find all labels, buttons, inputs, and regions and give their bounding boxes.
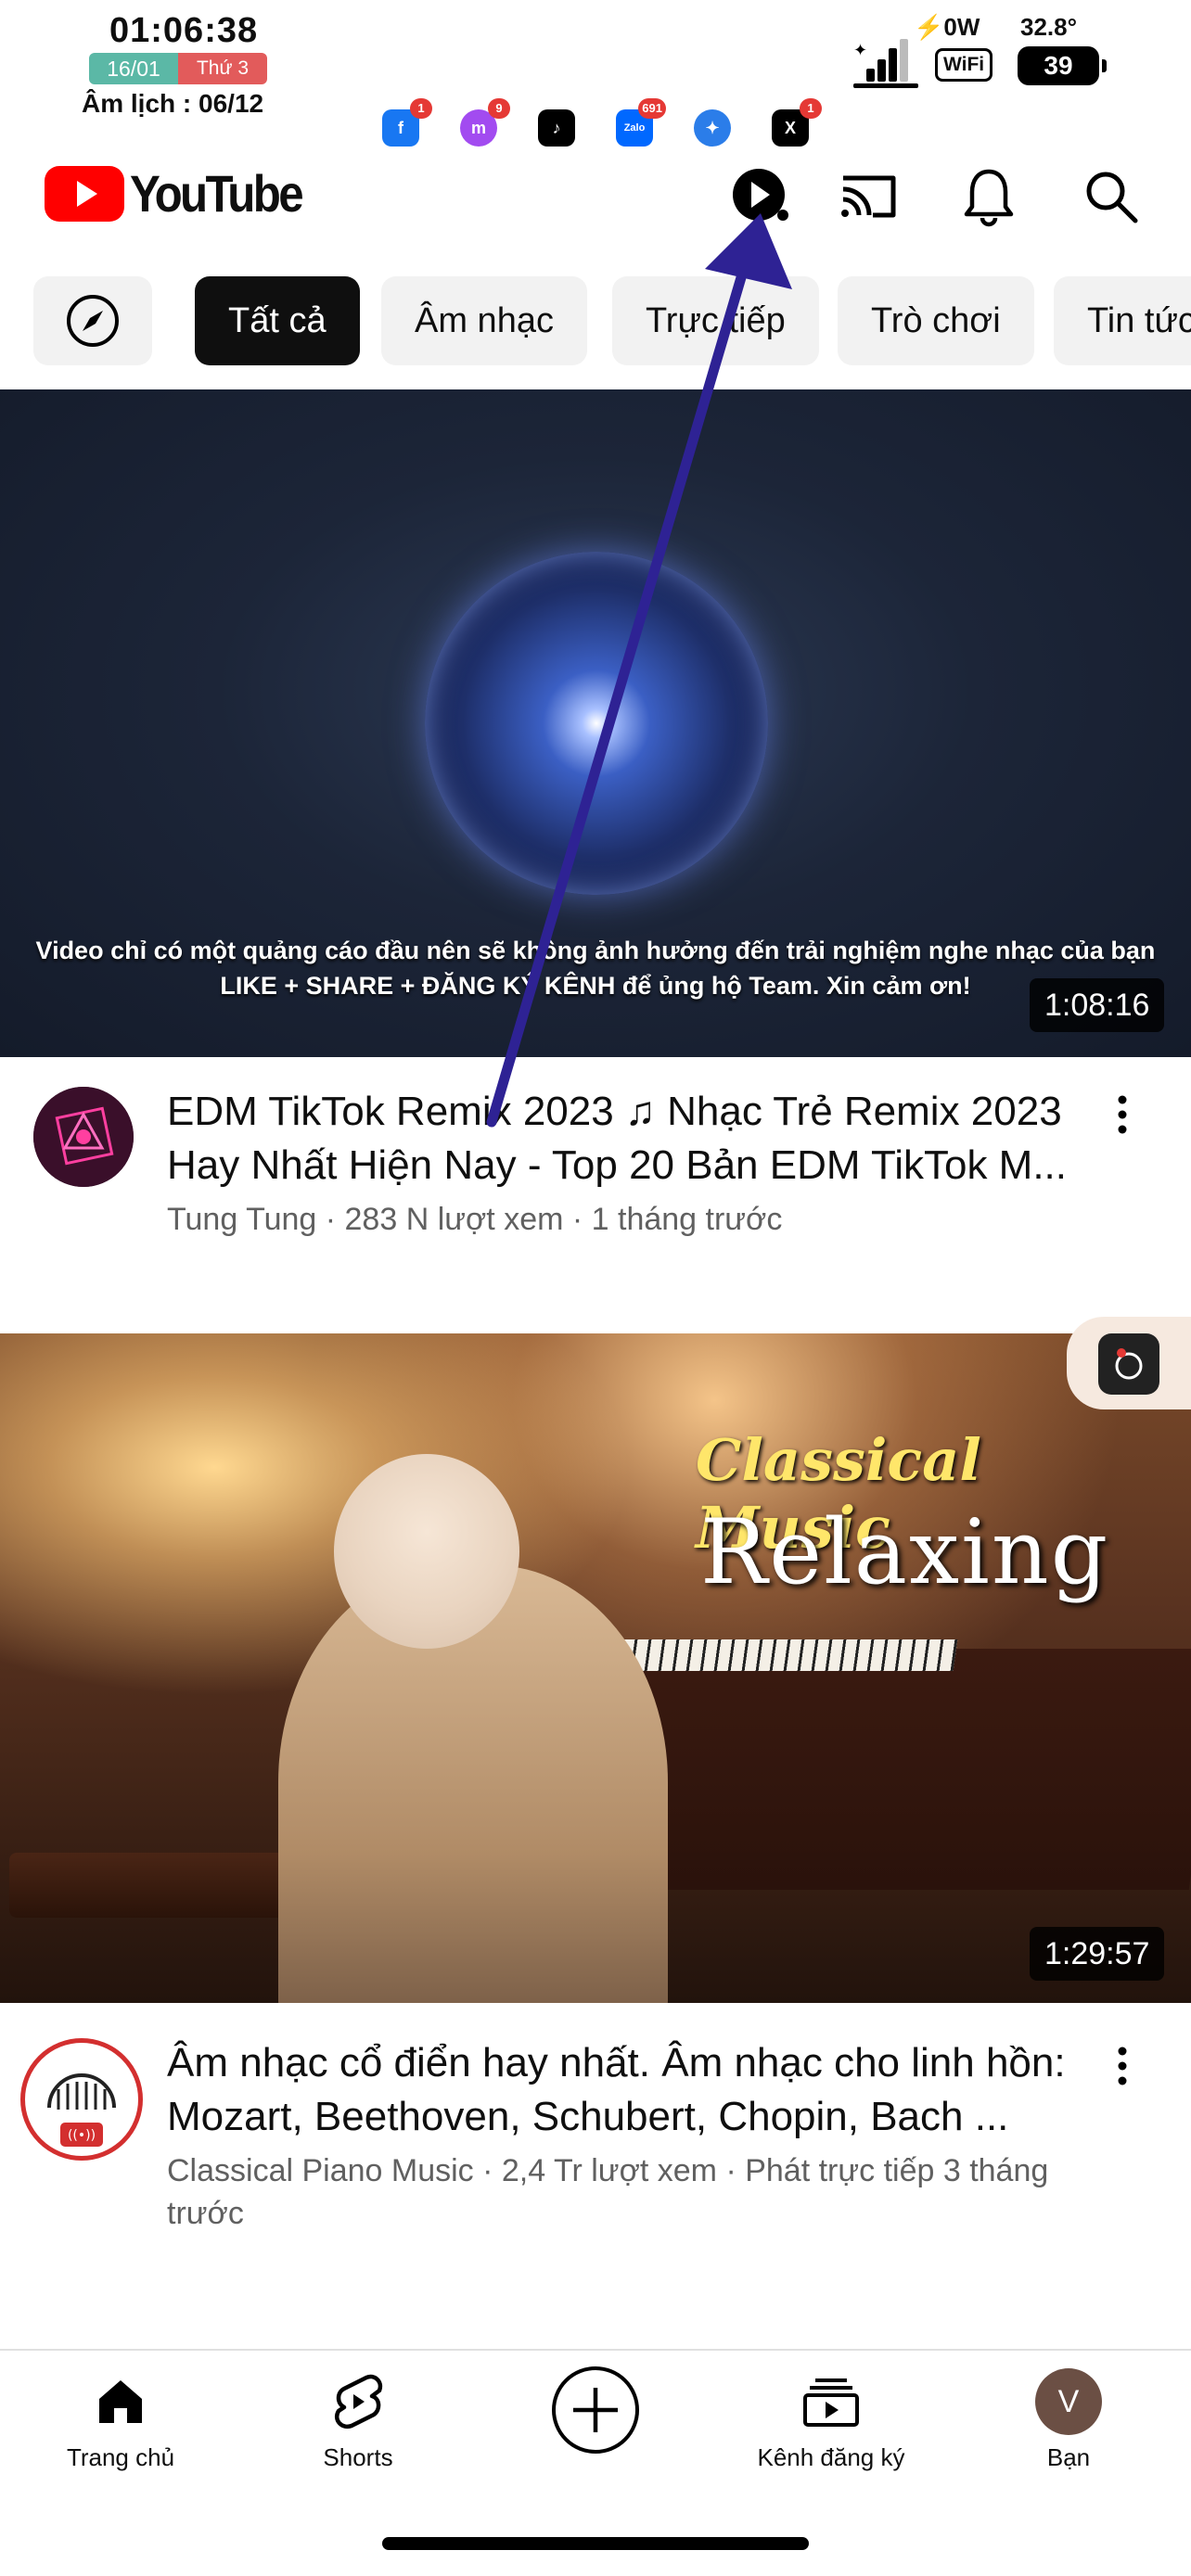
shorts-icon (265, 2371, 451, 2432)
temperature: 32.8° (1020, 13, 1078, 41)
nav-label: Kênh đăng ký (757, 2443, 905, 2471)
channel-avatar[interactable] (33, 1087, 134, 1187)
nav-home[interactable]: Trang chủ (28, 2371, 213, 2472)
bell-icon (964, 169, 1014, 227)
home-icon (28, 2371, 213, 2432)
facebook-glyph: f (398, 118, 403, 137)
notifications-button[interactable] (950, 158, 1028, 236)
nav-you[interactable]: V Bạn (976, 2368, 1161, 2472)
safari-icon: ✦ (694, 109, 731, 147)
signal-icon: ✦ (853, 39, 918, 88)
nav-create[interactable] (503, 2364, 688, 2456)
explore-chip[interactable] (33, 276, 152, 365)
nav-label: Trang chủ (66, 2443, 175, 2471)
create-icon (503, 2364, 688, 2456)
notification-badge: 691 (638, 98, 666, 119)
cast-icon (841, 175, 896, 218)
piano-bench-image (9, 1853, 288, 1918)
messenger-icon: m 9 (460, 98, 510, 147)
thumbnail-caption: LIKE + SHARE + ĐĂNG KÝ KÊNH để ủng hộ Te… (220, 972, 971, 1000)
chip-gaming[interactable]: Trò chơi (838, 276, 1034, 365)
tiktok-glyph: ♪ (552, 118, 561, 137)
duration-badge: 1:29:57 (1030, 1927, 1165, 1981)
youtube-logo[interactable]: YouTube (45, 163, 325, 223)
more-vert-icon (1118, 1095, 1127, 1134)
more-options-button[interactable] (1104, 2038, 1141, 2094)
notification-badge: 9 (488, 98, 510, 119)
cast-button[interactable] (829, 158, 907, 236)
channel-logo-icon: ((•)) (47, 2073, 116, 2147)
zalo-icon: Zalo 691 (616, 98, 666, 147)
lunar-date: Âm lịch : 06/12 (82, 89, 264, 118)
clock: 01:06:38 (109, 11, 259, 50)
floating-app-icon (1098, 1333, 1159, 1395)
notification-badge: 1 (410, 98, 432, 119)
thumbnail-title: Relaxing (700, 1500, 1110, 1604)
search-button[interactable] (1072, 158, 1150, 236)
more-options-button[interactable] (1104, 1087, 1141, 1142)
messenger-glyph: m (470, 118, 486, 137)
facebook-icon: f 1 (382, 98, 432, 147)
charge-indicator: ⚡0W (914, 13, 980, 41)
x-glyph: X (784, 118, 796, 137)
app-header: YouTube (0, 148, 1191, 241)
nav-label: Shorts (323, 2443, 393, 2471)
play-icon (733, 169, 788, 221)
channel-logo-icon (33, 1087, 134, 1187)
chip-all[interactable]: Tất cả (195, 276, 360, 365)
video-title[interactable]: EDM TikTok Remix 2023 ♫ Nhạc Trẻ Remix 2… (167, 1085, 1076, 1192)
category-chips: Tất cả Âm nhạc Trực tiếp Trò chơi Tin tứ… (0, 276, 1191, 369)
weekday-badge: Thứ 3 (178, 53, 267, 84)
svg-text:✦: ✦ (853, 41, 867, 60)
svg-text:((•)): ((•)) (68, 2128, 96, 2143)
safari-glyph: ✦ (705, 118, 720, 137)
video-thumbnail[interactable]: Video chỉ có một quảng cáo đầu nên sẽ kh… (0, 389, 1191, 1057)
chip-live[interactable]: Trực tiếp (612, 276, 819, 365)
chip-news[interactable]: Tin tức (1054, 276, 1191, 365)
date-badge: 16/01 (89, 53, 178, 84)
zalo-glyph: Zalo (623, 122, 646, 134)
subscriptions-icon (738, 2371, 924, 2432)
x-icon: X 1 (772, 98, 822, 147)
floating-app-tab[interactable] (1067, 1317, 1191, 1409)
video-subtitle: Tung Tung · 283 N lượt xem · 1 tháng trư… (167, 1202, 783, 1237)
wifi-icon: WiFi (935, 48, 993, 82)
youtube-logo-text: YouTube (130, 164, 304, 223)
thumbnail-caption: Video chỉ có một quảng cáo đầu nên sẽ kh… (35, 937, 1156, 964)
video-thumbnail[interactable]: Classical Music Relaxing 1:29:57 (0, 1333, 1191, 2003)
status-bar: 01:06:38 16/01 Thứ 3 Âm lịch : 06/12 f 1… (0, 0, 1191, 147)
pianist-head-image (334, 1454, 519, 1649)
notification-badge: 1 (800, 98, 822, 119)
video-title[interactable]: Âm nhạc cổ điển hay nhất. Âm nhạc cho li… (167, 2036, 1076, 2144)
nav-shorts[interactable]: Shorts (265, 2371, 451, 2472)
home-indicator[interactable] (382, 2537, 809, 2550)
play-button[interactable] (724, 158, 801, 236)
youtube-logo-icon (45, 165, 124, 222)
chip-music[interactable]: Âm nhạc (381, 276, 587, 365)
nav-label: Bạn (1046, 2443, 1091, 2471)
duration-badge: 1:08:16 (1030, 978, 1165, 1032)
channel-avatar[interactable]: ((•)) (20, 2038, 143, 2161)
profile-avatar-letter: V (1035, 2368, 1102, 2435)
glowing-orb-image (425, 552, 768, 895)
tiktok-icon: ♪ (538, 109, 575, 147)
nav-subscriptions[interactable]: Kênh đăng ký (738, 2371, 924, 2472)
battery-icon: 39 (1018, 46, 1107, 85)
compass-icon (67, 295, 119, 347)
video-subtitle: Classical Piano Music · 2,4 Tr lượt xem … (167, 2153, 1049, 2231)
more-vert-icon (1118, 2047, 1127, 2085)
search-icon (1086, 172, 1138, 223)
avatar: V (976, 2368, 1161, 2435)
